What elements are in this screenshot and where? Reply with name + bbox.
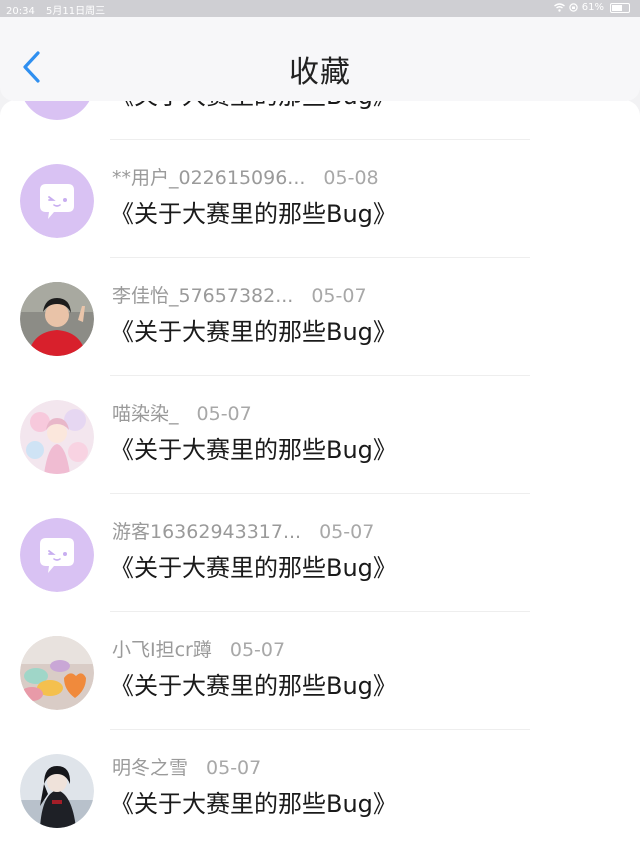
item-title: 《关于大赛里的那些Bug》 — [110, 100, 397, 111]
item-meta: 游客16362943317... 05-07 — [112, 517, 374, 544]
item-meta: 喵染染_ 05-07 — [112, 399, 252, 426]
wifi-icon — [553, 3, 565, 12]
item-meta: **用户_022615096... 05-08 — [112, 163, 379, 190]
item-title: 《关于大赛里的那些Bug》 — [110, 200, 397, 228]
list-item-partial[interactable]: 《关于大赛里的那些Bug》 — [0, 100, 640, 140]
username: 明冬之雪 — [112, 757, 189, 779]
item-date: 05-07 — [319, 521, 375, 543]
orientation-lock-icon — [569, 3, 578, 12]
battery-icon — [610, 2, 630, 13]
user-photo-avatar — [20, 282, 94, 356]
avatar[interactable] — [20, 754, 94, 828]
item-date: 05-07 — [206, 757, 262, 779]
item-meta: 明冬之雪 05-07 — [112, 753, 261, 780]
chat-bubble-icon — [20, 164, 94, 238]
status-bar: 20:34 5月11日周三 61% — [0, 0, 640, 17]
status-right: 61% — [553, 2, 630, 13]
list-item[interactable]: 明冬之雪 05-07 《关于大赛里的那些Bug》 — [0, 730, 640, 848]
status-left: 20:34 5月11日周三 — [6, 2, 105, 17]
username: 小飞I担cr蹲 — [112, 639, 212, 661]
page-title: 收藏 — [289, 55, 351, 90]
item-meta: 小飞I担cr蹲 05-07 — [112, 635, 285, 662]
item-date: 05-07 — [311, 285, 367, 307]
username: 游客16362943317... — [112, 521, 302, 543]
nav-bar: 收藏 — [0, 17, 640, 101]
list-item[interactable]: 李佳怡_57657382... 05-07 《关于大赛里的那些Bug》 — [0, 258, 640, 376]
anime-girl-avatar — [20, 400, 94, 474]
item-title: 《关于大赛里的那些Bug》 — [110, 318, 397, 346]
list-item[interactable]: 小飞I担cr蹲 05-07 《关于大赛里的那些Bug》 — [0, 612, 640, 730]
username: **用户_022615096... — [112, 167, 306, 189]
avatar — [20, 100, 94, 120]
list-item[interactable]: 喵染染_ 05-07 《关于大赛里的那些Bug》 — [0, 376, 640, 494]
avatar[interactable] — [20, 518, 94, 592]
favorites-list: 《关于大赛里的那些Bug》 **用户_022615096... 05-08 《关于… — [0, 100, 640, 853]
status-time: 20:34 — [6, 6, 35, 17]
chat-bubble-icon — [20, 518, 94, 592]
item-title: 《关于大赛里的那些Bug》 — [110, 554, 397, 582]
avatar[interactable] — [20, 282, 94, 356]
candy-hearts-avatar — [20, 636, 94, 710]
item-date: 05-08 — [323, 167, 379, 189]
status-date: 5月11日周三 — [46, 6, 106, 17]
battery-fill — [612, 4, 622, 11]
item-date: 05-07 — [229, 639, 286, 661]
list-item[interactable]: 游客16362943317... 05-07 《关于大赛里的那些Bug》 — [0, 494, 640, 612]
avatar[interactable] — [20, 636, 94, 710]
battery-percent: 61% — [581, 2, 604, 13]
item-date: 05-07 — [196, 403, 252, 425]
item-meta: 李佳怡_57657382... 05-07 — [112, 281, 367, 308]
username: 喵染染_ — [112, 403, 179, 425]
item-title: 《关于大赛里的那些Bug》 — [110, 672, 397, 700]
avatar[interactable] — [20, 164, 94, 238]
avatar[interactable] — [20, 400, 94, 474]
list-item[interactable]: **用户_022615096... 05-08 《关于大赛里的那些Bug》 — [0, 140, 640, 258]
dark-anime-figure-avatar — [20, 754, 94, 828]
item-title: 《关于大赛里的那些Bug》 — [110, 790, 397, 818]
item-title: 《关于大赛里的那些Bug》 — [110, 436, 397, 464]
username: 李佳怡_57657382... — [112, 285, 294, 307]
